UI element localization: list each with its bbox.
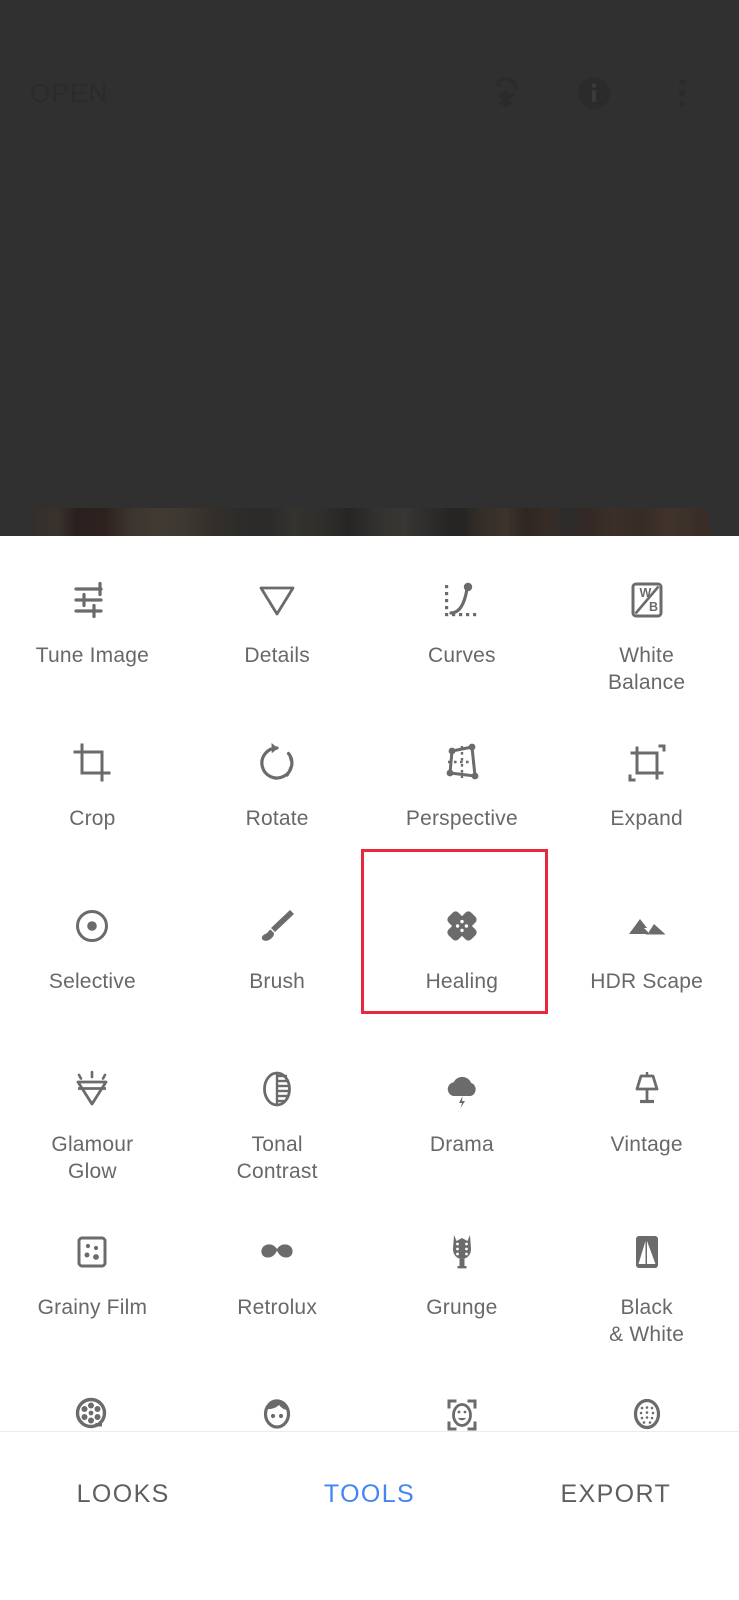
rotate-icon [249, 735, 305, 791]
tool-label: Expand [610, 807, 683, 830]
perspective-icon [434, 735, 490, 791]
tool-label: Glamour Glow [51, 1133, 134, 1183]
tool-label: Perspective [405, 807, 518, 830]
svg-text:W: W [639, 586, 651, 600]
tool-white-balance[interactable]: W B White Balance [554, 550, 739, 713]
tool-details[interactable]: Details [185, 550, 370, 713]
brush-icon [249, 898, 305, 954]
tool-grainy-film[interactable]: Grainy Film [0, 1202, 185, 1365]
grainy-film-icon [64, 1224, 120, 1280]
curve-icon [434, 572, 490, 628]
tool-label: Drama [429, 1133, 494, 1156]
open-button[interactable]: OPEN [30, 78, 108, 109]
tool-label: Healing [425, 970, 499, 993]
tool-crop[interactable]: Crop [0, 713, 185, 876]
topbar-icon-group [485, 72, 717, 114]
film-reel-icon [64, 1387, 120, 1431]
black-white-icon [619, 1224, 675, 1280]
tool-label: Vintage [610, 1133, 683, 1156]
tool-label: Tonal Contrast [236, 1133, 318, 1183]
info-icon[interactable] [573, 72, 615, 114]
tools-grid: Tune Image Details Curves W B White Bala… [0, 536, 739, 1431]
overflow-menu-icon[interactable] [661, 72, 703, 114]
moustache-icon [249, 1224, 305, 1280]
face-pose-icon [434, 1387, 490, 1431]
tool-label: HDR Scape [590, 970, 703, 993]
tool-tune-image[interactable]: Tune Image [0, 550, 185, 713]
selective-icon [64, 898, 120, 954]
tool-grunge[interactable]: Grunge [370, 1202, 555, 1365]
tool-label: Rotate [245, 807, 309, 830]
tune-sliders-icon [64, 572, 120, 628]
tool-rotate[interactable]: Rotate [185, 713, 370, 876]
expand-icon [619, 735, 675, 791]
tab-tools[interactable]: TOOLS [246, 1432, 492, 1509]
tool-curves[interactable]: Curves [370, 550, 555, 713]
tool-glamour-glow[interactable]: Glamour Glow [0, 1039, 185, 1202]
svg-text:B: B [649, 600, 658, 614]
tool-label: Crop [69, 807, 116, 830]
revert-stack-icon[interactable] [485, 72, 527, 114]
tool-label: Tune Image [35, 644, 150, 667]
tool-film-reel[interactable] [0, 1365, 185, 1431]
storm-cloud-icon [434, 1061, 490, 1117]
tool-label: Brush [249, 970, 306, 993]
tool-healing[interactable]: Healing [370, 876, 555, 1039]
tool-tonal-contrast[interactable]: Tonal Contrast [185, 1039, 370, 1202]
crop-icon [64, 735, 120, 791]
tool-portrait[interactable] [185, 1365, 370, 1431]
tool-black-and-white[interactable]: Black & White [554, 1202, 739, 1365]
tab-export[interactable]: EXPORT [493, 1432, 739, 1509]
tool-label: Grunge [426, 1296, 498, 1319]
tool-retrolux[interactable]: Retrolux [185, 1202, 370, 1365]
tool-label: Grainy Film [37, 1296, 148, 1319]
tool-label: Curves [428, 644, 496, 667]
healing-icon [434, 898, 490, 954]
tool-hdr-scape[interactable]: HDR Scape [554, 876, 739, 1039]
tool-label: White Balance [607, 644, 686, 694]
tab-looks[interactable]: LOOKS [0, 1432, 246, 1509]
tool-label: Selective [48, 970, 136, 993]
tool-face-pose[interactable] [370, 1365, 555, 1431]
glamour-glow-icon [64, 1061, 120, 1117]
triangle-down-icon [249, 572, 305, 628]
tool-perspective[interactable]: Perspective [370, 713, 555, 876]
tool-brush[interactable]: Brush [185, 876, 370, 1039]
tool-selective[interactable]: Selective [0, 876, 185, 1039]
tool-label: Retrolux [237, 1296, 318, 1319]
tool-head-pose[interactable] [554, 1365, 739, 1431]
tonal-contrast-icon [249, 1061, 305, 1117]
tools-panel: Tune Image Details Curves W B White Bala… [0, 536, 739, 1431]
tool-drama[interactable]: Drama [370, 1039, 555, 1202]
mountains-icon [619, 898, 675, 954]
white-balance-icon: W B [619, 572, 675, 628]
portrait-face-icon [249, 1387, 305, 1431]
guitar-head-icon [434, 1224, 490, 1280]
lamp-icon [619, 1061, 675, 1117]
tool-expand[interactable]: Expand [554, 713, 739, 876]
tool-vintage[interactable]: Vintage [554, 1039, 739, 1202]
tool-label: Details [244, 644, 310, 667]
head-pose-icon [619, 1387, 675, 1431]
tool-label: Black & White [609, 1296, 685, 1346]
bottom-tab-bar: LOOKS TOOLS EXPORT [0, 1431, 739, 1600]
top-bar: OPEN [0, 0, 739, 186]
